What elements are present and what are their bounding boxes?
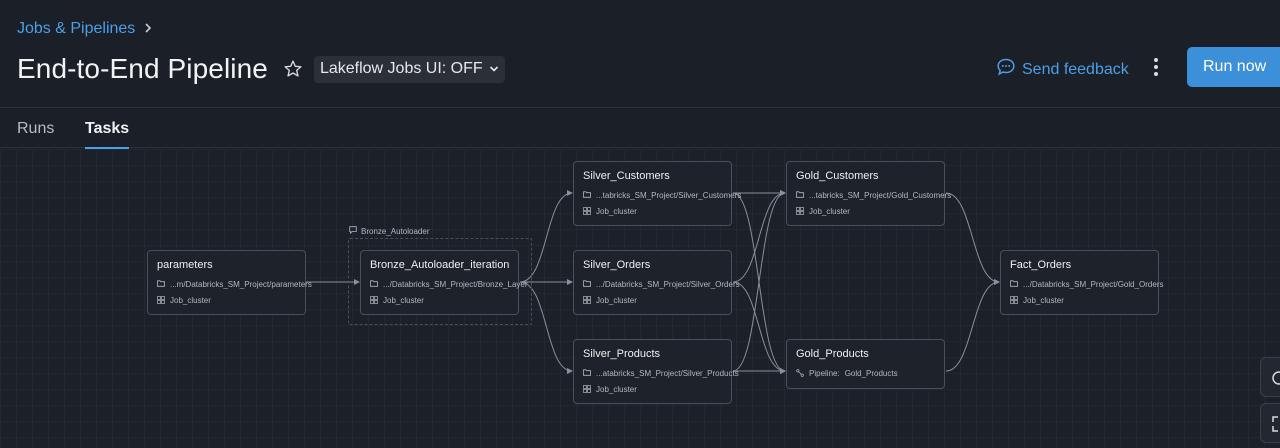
task-node-parameters[interactable]: parameters ...m/Databricks_SM_Project/pa…	[147, 250, 312, 315]
task-path: .../Databricks_SM_Project/Gold_Orders	[1023, 280, 1164, 289]
task-path: .../Databricks_SM_Project/Bronze_Layer	[383, 280, 528, 289]
task-title: Fact_Orders	[1010, 259, 1072, 271]
task-cluster-row: Job_cluster	[583, 295, 722, 306]
run-now-button[interactable]: Run now	[1187, 47, 1280, 87]
task-cluster: Job_cluster	[809, 207, 850, 216]
task-path: .../Databricks_SM_Project/Silver_Orders	[596, 280, 740, 289]
task-node-bronze-autoloader-iteration[interactable]: Bronze_Autoloader_iteration .../Databric…	[360, 250, 528, 315]
task-title: Silver_Orders	[583, 259, 651, 271]
pipeline-icon	[796, 368, 804, 379]
task-title: Gold_Customers	[796, 170, 879, 182]
breadcrumb-jobs-link[interactable]: Jobs & Pipelines	[17, 20, 135, 38]
task-cluster-row: Job_cluster	[370, 295, 509, 306]
lakeflow-ui-toggle-label: Lakeflow Jobs UI: OFF	[319, 60, 483, 77]
folder-icon	[157, 280, 165, 289]
task-cluster-row: Job_cluster	[796, 206, 935, 217]
expand-icon	[1272, 416, 1278, 432]
zoom-control-button[interactable]	[1260, 357, 1280, 397]
task-title: Gold_Products	[796, 348, 869, 360]
cluster-icon	[796, 206, 804, 217]
tab-runs[interactable]: Runs	[17, 120, 54, 138]
task-path: ...tabricks_SM_Project/Silver_Customers	[596, 191, 742, 200]
task-cluster-row: Job_cluster	[583, 206, 722, 217]
task-path-row: .../Databricks_SM_Project/Gold_Orders	[1010, 279, 1164, 290]
folder-icon	[583, 191, 591, 200]
task-node-fact-orders[interactable]: Fact_Orders .../Databricks_SM_Project/Go…	[1000, 250, 1164, 315]
fit-view-button[interactable]	[1260, 403, 1280, 443]
task-node-silver-orders[interactable]: Silver_Orders .../Databricks_SM_Project/…	[573, 250, 740, 315]
task-cluster: Job_cluster	[1023, 296, 1064, 305]
task-title: Silver_Products	[583, 348, 661, 360]
task-cluster: Job_cluster	[383, 296, 424, 305]
task-path: ...tabricks_SM_Project/Gold_Customers	[809, 191, 952, 200]
task-node-silver-products[interactable]: Silver_Products ...atabricks_SM_Project/…	[573, 339, 739, 404]
title-row: End-to-End Pipeline Lakeflow Jobs UI: OF…	[17, 50, 505, 88]
folder-icon	[583, 280, 591, 289]
page-title: End-to-End Pipeline	[17, 53, 268, 84]
task-pipeline-name: Gold_Products	[844, 369, 898, 378]
task-cluster-row: Job_cluster	[157, 295, 296, 306]
task-path-row: ...tabricks_SM_Project/Silver_Customers	[583, 190, 741, 201]
group-label: Bronze_Autoloader	[349, 226, 430, 236]
cluster-icon	[1010, 295, 1018, 306]
task-path-row: .../Databricks_SM_Project/Silver_Orders	[583, 279, 740, 290]
task-cluster: Job_cluster	[596, 296, 637, 305]
send-feedback-link[interactable]: Send feedback	[996, 57, 1129, 82]
task-path-row: .../Databricks_SM_Project/Bronze_Layer	[370, 279, 528, 290]
send-feedback-label: Send feedback	[1022, 60, 1129, 78]
refresh-icon	[1272, 371, 1280, 385]
cluster-icon	[370, 295, 378, 306]
tab-tasks[interactable]: Tasks	[85, 120, 130, 149]
task-path-row: ...m/Databricks_SM_Project/parameters	[157, 279, 312, 290]
task-path-row: ...tabricks_SM_Project/Gold_Customers	[796, 190, 951, 201]
task-cluster: Job_cluster	[596, 207, 637, 216]
task-title: Silver_Customers	[583, 170, 670, 182]
cluster-icon	[583, 384, 591, 395]
comment-icon	[349, 226, 357, 236]
task-cluster-row: Job_cluster	[583, 384, 722, 395]
kebab-icon[interactable]	[1148, 56, 1164, 78]
chevron-right-icon	[143, 21, 153, 38]
task-title: parameters	[157, 259, 213, 271]
task-cluster-row: Job_cluster	[1010, 295, 1149, 306]
group-label-text: Bronze_Autoloader	[361, 226, 430, 236]
folder-icon	[1010, 280, 1018, 289]
task-title: Bronze_Autoloader_iteration	[370, 259, 510, 271]
cluster-icon	[583, 206, 591, 217]
task-pipeline-row: Pipeline: Gold_Products	[796, 368, 935, 379]
lakeflow-ui-toggle[interactable]: Lakeflow Jobs UI: OFF	[313, 55, 505, 83]
star-icon[interactable]	[282, 58, 304, 80]
task-cluster: Job_cluster	[596, 385, 637, 394]
task-node-gold-products[interactable]: Gold_Products Pipeline: Gold_Products	[786, 339, 945, 389]
task-pipeline-label: Pipeline:	[809, 369, 840, 378]
task-path: ...atabricks_SM_Project/Silver_Products	[596, 369, 739, 378]
task-node-silver-customers[interactable]: Silver_Customers ...tabricks_SM_Project/…	[573, 161, 741, 226]
tab-bar: Runs Tasks	[0, 107, 1280, 149]
cluster-icon	[583, 295, 591, 306]
breadcrumb: Jobs & Pipelines	[17, 20, 153, 38]
task-node-gold-customers[interactable]: Gold_Customers ...tabricks_SM_Project/Go…	[786, 161, 951, 226]
folder-icon	[796, 191, 804, 200]
chevron-down-icon	[489, 60, 499, 78]
task-path-row: ...atabricks_SM_Project/Silver_Products	[583, 368, 739, 379]
folder-icon	[370, 280, 378, 289]
folder-icon	[583, 369, 591, 378]
task-cluster: Job_cluster	[170, 296, 211, 305]
chat-bubble-icon	[996, 57, 1016, 82]
task-path: ...m/Databricks_SM_Project/parameters	[170, 280, 312, 289]
cluster-icon	[157, 295, 165, 306]
